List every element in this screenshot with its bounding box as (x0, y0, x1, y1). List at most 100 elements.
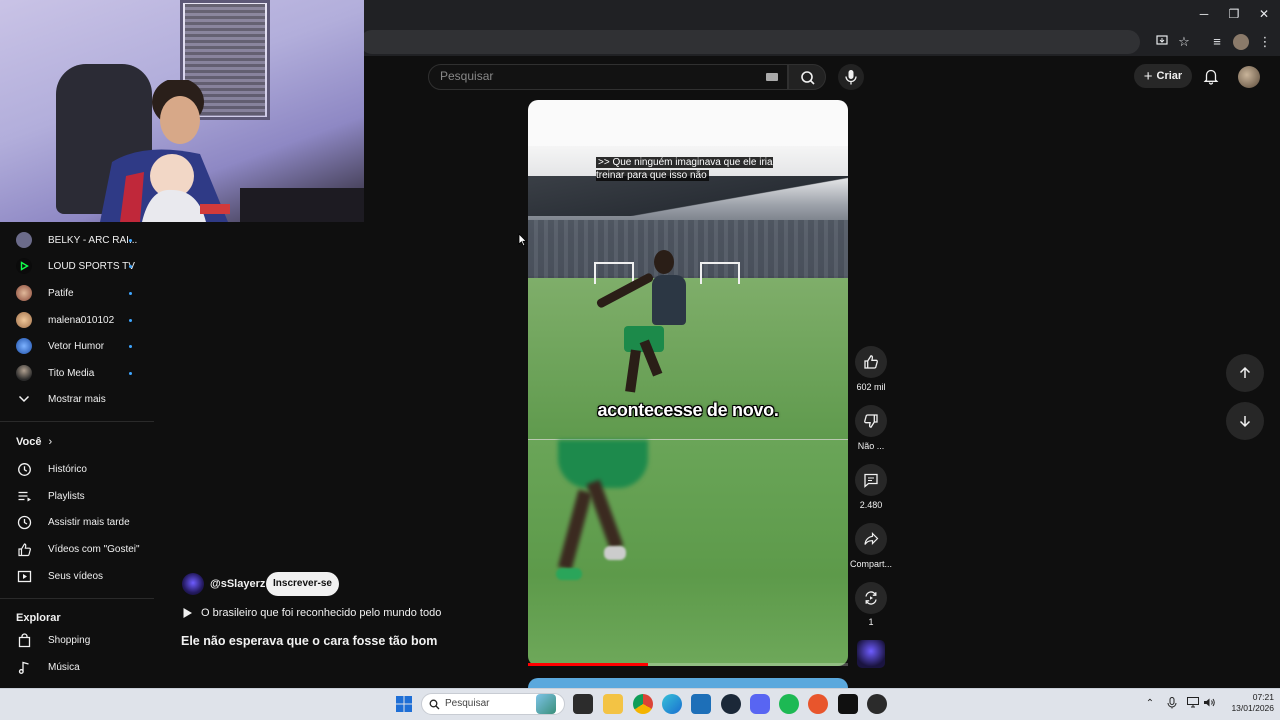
sidebar-item-shopping[interactable]: Shopping (0, 627, 154, 653)
edge-icon[interactable] (662, 694, 682, 714)
previous-short-button[interactable] (1226, 354, 1264, 392)
sidebar-item-label: LOUD SPORTS TV (48, 260, 135, 272)
sidebar-subscription-tito-media[interactable]: Tito Media (0, 360, 154, 386)
close-window-button[interactable]: ✕ (1250, 4, 1278, 24)
comment-count: 2.480 (859, 500, 883, 510)
vpn-app-icon[interactable] (691, 694, 711, 714)
sidebar-subscription-vetor-humor[interactable]: Vetor Humor (0, 333, 154, 359)
arrow-down-icon (1239, 416, 1251, 428)
plus-icon: + (1143, 67, 1153, 85)
sidebar-item-music[interactable]: Música (0, 654, 154, 680)
app-icon-dark[interactable] (867, 694, 887, 714)
sidebar-item-label: Histórico (48, 463, 87, 475)
remix-button[interactable] (855, 582, 887, 614)
app-icon-orange[interactable] (808, 694, 828, 714)
video-burned-caption: acontecesse de novo. (597, 400, 779, 420)
video-goal-left (594, 262, 634, 284)
explore-section-title: Explorar (16, 612, 61, 624)
shorts-video-player[interactable] (528, 100, 848, 666)
sidebar-item-watch-later[interactable]: Assistir mais tarde (0, 509, 154, 535)
next-short-button[interactable] (1226, 402, 1264, 440)
tray-mic-icon[interactable] (1165, 697, 1179, 711)
thumbs-down-icon (864, 414, 878, 428)
search-button[interactable] (788, 64, 826, 90)
share-button[interactable] (855, 523, 887, 555)
discord-icon[interactable] (750, 694, 770, 714)
sidebar-item-label: Assistir mais tarde (48, 516, 130, 528)
address-bar[interactable] (360, 30, 1140, 54)
task-view-icon[interactable] (573, 694, 593, 714)
your-videos-icon (17, 570, 31, 582)
browser-menu-icon[interactable]: ⋮ (1256, 33, 1274, 51)
sidebar-subscription-malena[interactable]: malena010102 (0, 307, 154, 333)
cam-streamer (100, 80, 230, 222)
you-section-title: Você (16, 436, 42, 448)
bookmark-star-icon[interactable]: ☆ (1175, 33, 1193, 51)
sidebar-item-label: Patife (48, 287, 74, 299)
channel-name[interactable]: @sSlayerz (210, 578, 265, 590)
file-explorer-icon[interactable] (603, 694, 623, 714)
comments-button[interactable] (855, 464, 887, 496)
sidebar-item-label: Vídeos com "Gostei" (48, 543, 140, 555)
sound-channel-thumbnail[interactable] (857, 640, 885, 668)
chrome-icon[interactable] (633, 694, 653, 714)
clock-date: 13/01/2026 (1231, 703, 1274, 713)
playlist-link[interactable]: O brasileiro que foi reconhecido pelo mu… (182, 607, 441, 619)
search-highlight-icon[interactable] (536, 694, 556, 714)
video-title: Ele não esperava que o cara fosse tão bo… (181, 634, 438, 648)
dislike-button[interactable] (855, 405, 887, 437)
music-icon (18, 661, 29, 674)
reading-list-icon[interactable]: ≡ (1208, 33, 1226, 51)
you-section-header[interactable]: Você › (16, 436, 52, 448)
video-player-head (654, 250, 674, 274)
sidebar-divider (0, 421, 154, 422)
sidebar-subscription-patife[interactable]: Patife (0, 280, 154, 306)
subscribe-button[interactable]: Inscrever-se (266, 572, 339, 596)
video-blur-shorts (558, 440, 648, 488)
tray-volume-icon[interactable] (1202, 697, 1216, 711)
tray-network-icon[interactable] (1186, 697, 1200, 711)
share-icon (864, 532, 879, 545)
closed-caption: >> Que ninguém imaginava que ele iria tr… (596, 156, 784, 182)
show-more-button[interactable]: Mostrar mais (0, 386, 154, 412)
profile-icon[interactable] (1232, 33, 1250, 51)
steam-icon[interactable] (721, 694, 741, 714)
sidebar-subscription-loud-sports[interactable]: LOUD SPORTS TV (0, 253, 154, 279)
playlist-title: O brasileiro que foi reconhecido pelo mu… (201, 607, 442, 619)
next-short-preview[interactable] (528, 678, 848, 688)
voice-search-button[interactable] (838, 64, 864, 90)
taskbar-clock[interactable]: 07:21 13/01/2026 (1220, 692, 1274, 714)
minimize-button[interactable]: ─ (1190, 4, 1218, 24)
notifications-bell-icon[interactable] (1202, 67, 1220, 85)
play-icon (183, 608, 192, 618)
closed-caption-text: >> Que ninguém imaginava que ele iria tr… (596, 157, 773, 181)
chevron-down-icon (18, 395, 30, 403)
taskbar-search-placeholder: Pesquisar (445, 698, 490, 709)
install-app-icon[interactable] (1153, 33, 1171, 51)
tray-overflow-icon[interactable]: ⌃ (1143, 697, 1157, 711)
video-goal-right (700, 262, 740, 284)
windows-start-icon[interactable] (396, 696, 412, 712)
sidebar-item-your-videos[interactable]: Seus vídeos (0, 563, 154, 589)
create-button[interactable]: + Criar (1134, 64, 1192, 88)
channel-avatar (16, 285, 32, 301)
video-player-body (652, 275, 686, 325)
spotify-icon[interactable] (779, 694, 799, 714)
microphone-icon (845, 70, 857, 85)
sidebar-item-playlists[interactable]: Playlists (0, 483, 154, 509)
share-label: Compart... (849, 559, 892, 569)
new-content-dot (129, 318, 132, 322)
sidebar-subscription-belky[interactable]: BELKY - ARC RAI... (0, 227, 154, 253)
sidebar-item-history[interactable]: Histórico (0, 456, 154, 482)
terminal-app-icon[interactable] (838, 694, 858, 714)
keyboard-icon[interactable] (766, 73, 778, 81)
like-button[interactable] (855, 346, 887, 378)
channel-avatar[interactable] (182, 573, 204, 595)
video-stadium-seats (528, 220, 848, 280)
liked-videos-icon (17, 542, 31, 556)
remix-count: 1 (868, 617, 874, 627)
new-content-dot (129, 264, 132, 268)
sidebar-item-liked-videos[interactable]: Vídeos com "Gostei" (0, 536, 154, 562)
user-avatar[interactable] (1238, 66, 1260, 88)
maximize-button[interactable]: ❐ (1220, 4, 1248, 24)
